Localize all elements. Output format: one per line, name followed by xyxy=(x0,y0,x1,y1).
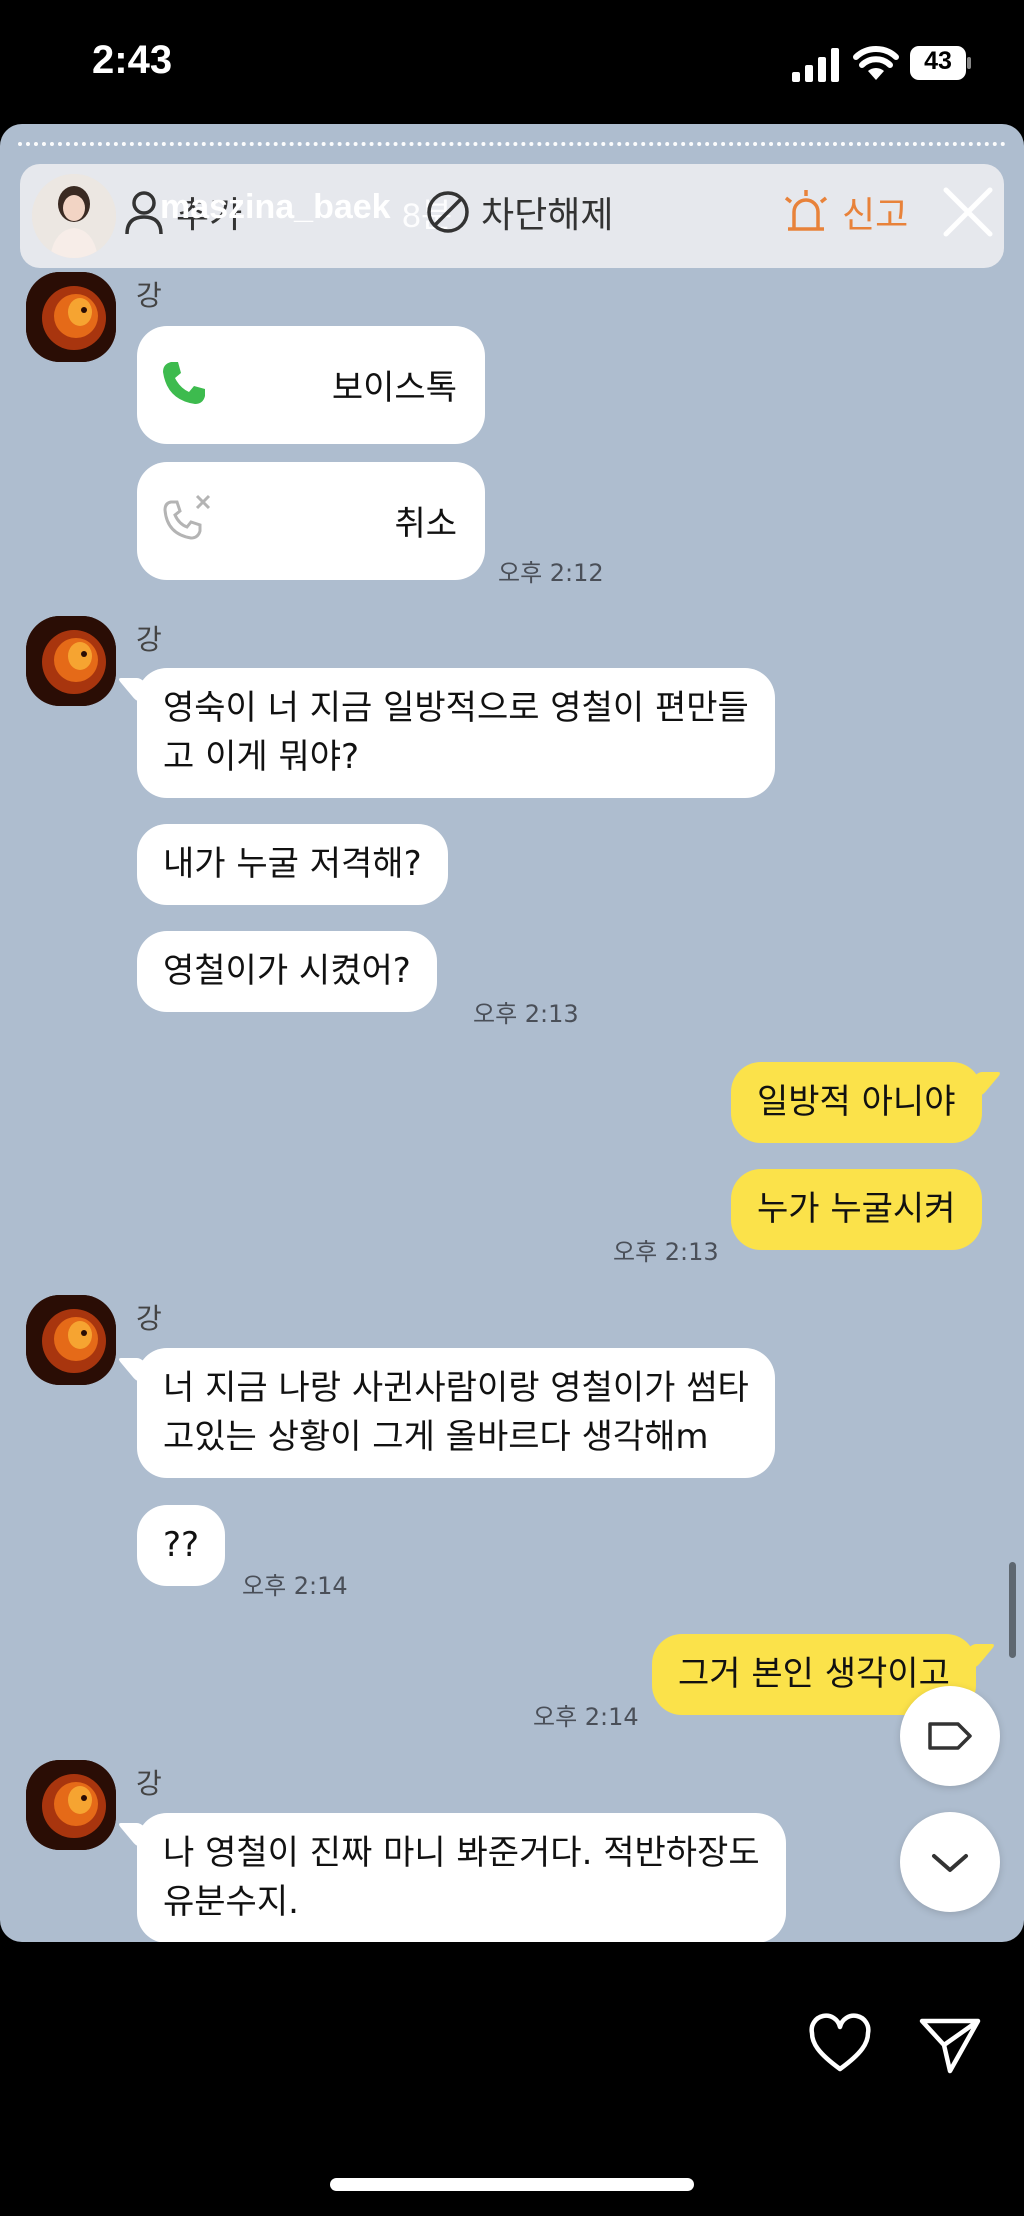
story-frame[interactable]: 추가 maszina_baek 8분 차단해제 신고 강 보이스톡 취소 오후 … xyxy=(0,124,1024,1942)
battery-icon: 43 xyxy=(910,46,972,80)
cellular-signal-icon xyxy=(792,48,839,82)
status-time: 2:43 xyxy=(92,38,173,82)
sender-avatar[interactable] xyxy=(26,1295,116,1385)
sender-avatar[interactable] xyxy=(26,616,116,706)
outgoing-message-bubble[interactable]: 일방적 아니야 xyxy=(731,1062,982,1143)
sender-name: 강 xyxy=(136,1767,162,1800)
sender-name: 강 xyxy=(136,279,162,312)
scroll-indicator[interactable] xyxy=(1009,1562,1016,1658)
tag-button[interactable] xyxy=(900,1686,1000,1786)
phone-icon xyxy=(163,362,205,404)
story-username[interactable]: maszina_baek xyxy=(160,188,391,227)
incoming-message-bubble[interactable]: 영숙이 너 지금 일방적으로 영철이 편만들 고 이게 뭐야? xyxy=(137,668,775,798)
story-progress-bar xyxy=(18,142,1006,146)
tag-icon xyxy=(928,1722,972,1750)
cancelled-call-label: 취소 xyxy=(394,504,457,544)
phone-cancelled-icon xyxy=(163,494,211,540)
story-header: 추가 maszina_baek 8분 차단해제 신고 xyxy=(20,164,1004,268)
cancelled-call-bubble[interactable]: 취소 xyxy=(137,462,485,580)
story-user-avatar[interactable] xyxy=(32,174,116,258)
sender-name: 강 xyxy=(136,623,162,656)
message-timestamp: 오후 2:12 xyxy=(498,559,604,587)
sender-avatar[interactable] xyxy=(26,1760,116,1850)
unblock-label: 차단해제 xyxy=(481,195,614,236)
message-timestamp: 오후 2:14 xyxy=(533,1703,639,1731)
chevron-down-icon xyxy=(932,1854,968,1872)
close-icon[interactable] xyxy=(940,184,996,240)
wifi-icon xyxy=(853,46,899,80)
siren-icon xyxy=(784,190,828,231)
heart-icon[interactable] xyxy=(808,2013,872,2077)
incoming-message-bubble[interactable]: 너 지금 나랑 사귄사람이랑 영철이가 썸타 고있는 상황이 그게 올바르다 생… xyxy=(137,1348,775,1478)
unblock-button[interactable]: 차단해제 xyxy=(425,182,613,242)
incoming-message-bubble[interactable]: 영철이가 시켰어? xyxy=(137,931,437,1012)
battery-percent: 43 xyxy=(924,47,952,75)
report-label: 신고 xyxy=(842,195,909,236)
home-indicator[interactable] xyxy=(330,2178,694,2191)
sender-avatar[interactable] xyxy=(26,272,116,362)
incoming-message-bubble[interactable]: 내가 누굴 저격해? xyxy=(137,824,448,905)
incoming-message-bubble[interactable]: ?? xyxy=(137,1505,226,1586)
sender-name: 강 xyxy=(136,1302,162,1335)
message-timestamp: 오후 2:13 xyxy=(473,1000,579,1028)
send-icon[interactable] xyxy=(918,2013,982,2077)
incoming-message-bubble[interactable]: 나 영철이 진짜 마니 봐준거다. 적반하장도 유분수지. xyxy=(137,1813,786,1942)
status-bar: 2:43 43 xyxy=(0,0,1024,125)
message-timestamp: 오후 2:13 xyxy=(613,1238,719,1266)
report-button[interactable]: 신고 xyxy=(780,182,908,242)
outgoing-message-bubble[interactable]: 누가 누굴시켜 xyxy=(731,1169,982,1250)
block-icon xyxy=(427,191,469,233)
message-timestamp: 오후 2:14 xyxy=(242,1572,348,1600)
scroll-down-button[interactable] xyxy=(900,1812,1000,1912)
voice-call-label: 보이스톡 xyxy=(331,368,457,408)
voice-call-bubble[interactable]: 보이스톡 xyxy=(137,326,485,444)
